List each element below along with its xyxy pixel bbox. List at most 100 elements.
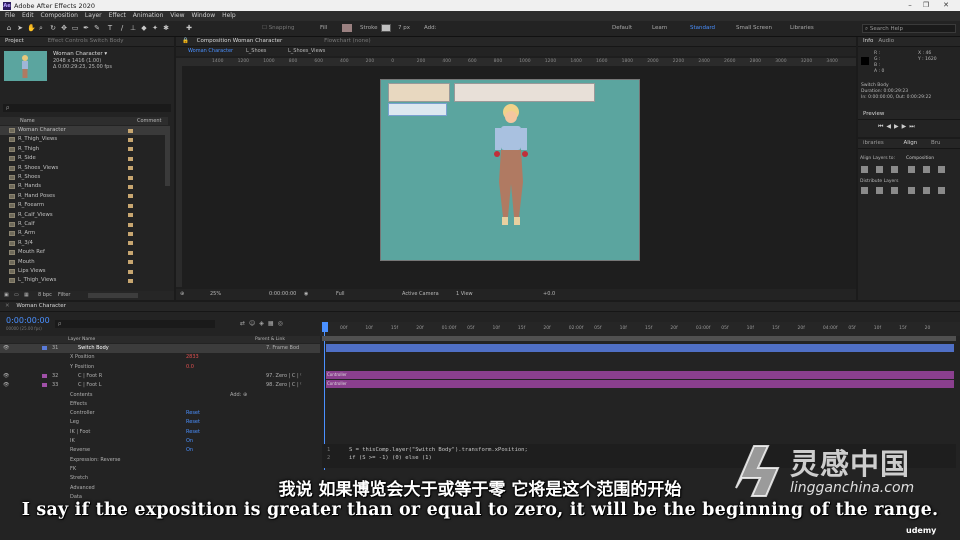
graph-editor-icon[interactable]: ◎ bbox=[278, 320, 287, 327]
info-tab[interactable]: Info bbox=[863, 38, 873, 44]
composition-tab[interactable]: Composition Woman Character bbox=[197, 38, 283, 44]
timeline-timecode[interactable]: 0:00:00:00 bbox=[6, 316, 50, 325]
menu-animation[interactable]: Animation bbox=[133, 11, 164, 21]
project-item[interactable]: Mouth Ref bbox=[0, 248, 168, 257]
work-area-bar[interactable] bbox=[322, 336, 956, 341]
property-row[interactable]: IK | Foot Reset bbox=[0, 428, 320, 437]
project-item[interactable]: R_Hand Poses bbox=[0, 192, 168, 201]
visibility-eye-icon[interactable]: 👁 bbox=[3, 372, 9, 381]
menu-help[interactable]: Help bbox=[222, 11, 236, 21]
switch-body-track[interactable] bbox=[326, 344, 954, 352]
align-left-icon[interactable] bbox=[861, 166, 868, 173]
parent-link-dropdown[interactable]: 97. Zero | C | ⁽ bbox=[266, 372, 302, 381]
playhead-handle[interactable] bbox=[322, 322, 328, 332]
project-item[interactable]: Mouth bbox=[0, 258, 168, 267]
motion-blur-icon[interactable]: ◈ bbox=[259, 320, 268, 327]
layer-name[interactable]: Switch Body bbox=[78, 344, 109, 353]
label-color-swatch[interactable] bbox=[128, 231, 133, 236]
project-item[interactable]: R_Shoes bbox=[0, 173, 168, 182]
pen-tool-icon[interactable]: ✒ bbox=[82, 24, 90, 32]
close-tab-icon[interactable]: ✕ bbox=[5, 303, 10, 309]
orbit-camera-icon[interactable]: ↻ bbox=[49, 24, 57, 32]
pen-tool-secondary-icon[interactable]: ✎ bbox=[93, 24, 101, 32]
layer-row[interactable]: 👁 32 C | Foot R 97. Zero | C | ⁽ bbox=[0, 372, 320, 381]
project-zoom-slider[interactable] bbox=[88, 293, 138, 298]
foot-r-track[interactable]: Controller bbox=[326, 371, 954, 379]
search-help-input[interactable]: ⌕ Search Help bbox=[862, 24, 956, 33]
align-vcenter-icon[interactable] bbox=[923, 166, 930, 173]
label-color-swatch[interactable] bbox=[128, 156, 133, 161]
label-color-swatch[interactable] bbox=[128, 166, 133, 171]
project-item[interactable]: Woman Character bbox=[0, 126, 168, 136]
roto-brush-icon[interactable]: ✦ bbox=[151, 24, 159, 32]
workspace-learn[interactable]: Learn bbox=[652, 25, 667, 31]
visibility-eye-icon[interactable]: 👁 bbox=[3, 381, 9, 390]
subtab-woman-character[interactable]: Woman Character bbox=[188, 47, 233, 56]
expression-code-line-1[interactable]: S = thisComp.layer("Switch Body").transf… bbox=[349, 447, 528, 453]
menu-composition[interactable]: Composition bbox=[41, 11, 78, 21]
frame-blend-icon[interactable]: ▦ bbox=[268, 320, 278, 327]
property-row[interactable]: IK On bbox=[0, 437, 320, 446]
layer-name[interactable]: Effects bbox=[70, 400, 87, 409]
foot-l-track[interactable]: Controller bbox=[326, 380, 954, 388]
flowchart-tab[interactable]: Flowchart (none) bbox=[324, 38, 371, 44]
property-row[interactable]: Expression: Reverse bbox=[0, 456, 320, 465]
subtab-l-shoes[interactable]: L_Shoes bbox=[246, 47, 266, 56]
layer-name[interactable]: IK | Foot bbox=[70, 428, 90, 437]
label-color-swatch[interactable] bbox=[128, 241, 133, 246]
comment-column-header[interactable]: Comment bbox=[137, 117, 162, 125]
layer-row[interactable]: 👁 33 C | Foot L 98. Zero | C | ⁽ bbox=[0, 381, 320, 390]
distribute-bottom-icon[interactable] bbox=[891, 187, 898, 194]
clone-stamp-icon[interactable]: ⊥ bbox=[129, 24, 137, 32]
comp-timecode[interactable]: 0:00:00:00 bbox=[269, 289, 296, 300]
puppet-pin-icon[interactable]: ✚ bbox=[185, 24, 193, 32]
effect-controls-tab[interactable]: Effect Controls Switch Body bbox=[48, 38, 124, 44]
project-item[interactable]: R_Arm bbox=[0, 229, 168, 238]
workspace-default[interactable]: Default bbox=[612, 25, 632, 31]
label-color-swatch[interactable] bbox=[128, 250, 133, 255]
label-color-swatch[interactable] bbox=[128, 222, 133, 227]
property-value[interactable]: 0.0 bbox=[186, 363, 194, 372]
workspace-libraries[interactable]: Libraries bbox=[790, 25, 814, 31]
layer-name[interactable]: Contents bbox=[70, 391, 93, 400]
label-color-swatch[interactable] bbox=[128, 184, 133, 189]
layer-name[interactable]: Y Position bbox=[70, 363, 94, 372]
project-scrollbar[interactable] bbox=[165, 126, 170, 186]
camera-dropdown[interactable]: Active Camera bbox=[402, 289, 439, 300]
parent-link-dropdown[interactable]: 98. Zero | C | ⁽ bbox=[266, 381, 302, 390]
magnify-icon[interactable]: ⊕ bbox=[180, 289, 184, 300]
view-dropdown[interactable]: 1 View bbox=[456, 289, 473, 300]
comp-name[interactable]: Woman Character ▾ bbox=[53, 51, 107, 57]
property-value[interactable]: Add: ⊕ bbox=[230, 391, 247, 400]
layer-name-column[interactable]: Layer Name bbox=[68, 336, 95, 343]
libraries-tab[interactable]: ibraries bbox=[863, 140, 884, 146]
property-value[interactable]: On bbox=[186, 437, 193, 446]
property-value[interactable]: Reset bbox=[186, 428, 200, 437]
pan-behind-icon[interactable]: ✥ bbox=[60, 24, 68, 32]
new-folder-icon[interactable]: ▭ bbox=[14, 291, 19, 300]
layer-name[interactable]: Reverse bbox=[70, 446, 90, 455]
maximize-button[interactable]: ❐ bbox=[920, 1, 932, 9]
project-item[interactable]: R_Shoes_Views bbox=[0, 164, 168, 173]
align-tab[interactable]: Align bbox=[903, 140, 917, 146]
property-row[interactable]: Contents Add: ⊕ bbox=[0, 391, 320, 400]
layer-label-color[interactable] bbox=[42, 373, 47, 378]
project-item[interactable]: R_Calf_Views bbox=[0, 211, 168, 220]
project-item[interactable]: R_Foearm bbox=[0, 201, 168, 210]
hand-tool-icon[interactable]: ✋ bbox=[27, 24, 36, 32]
align-top-icon[interactable] bbox=[908, 166, 915, 173]
home-icon[interactable]: ⌂ bbox=[5, 24, 13, 32]
distribute-hcenter-icon[interactable] bbox=[923, 187, 930, 194]
project-item[interactable]: R_Calf bbox=[0, 220, 168, 229]
selection-tool-icon[interactable]: ➤ bbox=[16, 24, 24, 32]
expression-code-line-2[interactable]: if (S >= -1) (0) else (1) bbox=[349, 455, 432, 461]
name-column-header[interactable]: Name bbox=[20, 117, 35, 125]
project-item[interactable]: R_Thigh bbox=[0, 145, 168, 154]
shy-icon[interactable]: ☺ bbox=[249, 320, 259, 327]
audio-tab[interactable]: Audio bbox=[878, 38, 894, 44]
project-item[interactable]: R_Side bbox=[0, 154, 168, 163]
layer-name[interactable]: Expression: Reverse bbox=[70, 456, 121, 465]
project-tab[interactable]: Project bbox=[5, 38, 24, 44]
last-frame-icon[interactable]: ⏭ bbox=[909, 123, 917, 130]
menu-view[interactable]: View bbox=[170, 11, 184, 21]
